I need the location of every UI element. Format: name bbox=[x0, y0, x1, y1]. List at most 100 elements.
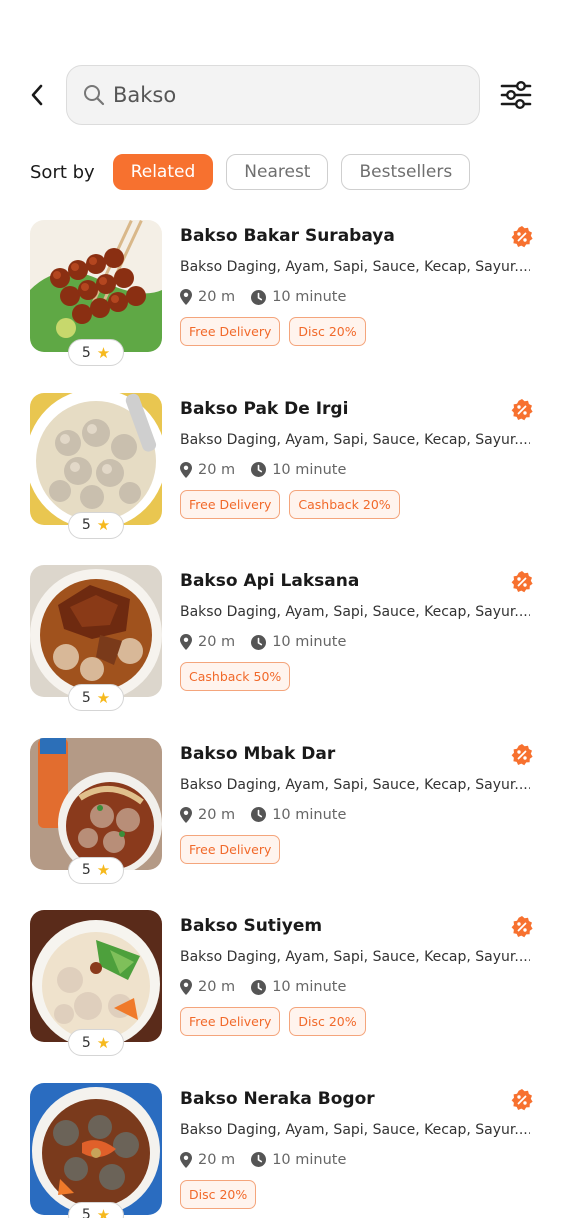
discount-badge-icon bbox=[511, 226, 533, 248]
restaurant-meta: 20 m 10 minute bbox=[180, 460, 540, 480]
rating-value: 5 bbox=[81, 1034, 91, 1051]
time-value: 10 minute bbox=[272, 289, 347, 305]
location-pin-icon bbox=[180, 634, 192, 650]
location-pin-icon bbox=[180, 461, 192, 478]
location-pin-icon bbox=[180, 806, 192, 823]
food-image[interactable] bbox=[30, 737, 162, 870]
promo-tags: Free Delivery Disc 20% bbox=[180, 1007, 540, 1036]
food-image[interactable] bbox=[30, 910, 162, 1042]
food-image[interactable] bbox=[30, 565, 162, 697]
rating-value: 5 bbox=[81, 1207, 91, 1218]
delivery-time: 10 minute bbox=[251, 289, 346, 305]
restaurant-card[interactable]: 5 ★ Bakso Pak De Irgi Bakso Daging, Ayam… bbox=[30, 392, 540, 566]
distance-value: 20 m bbox=[198, 634, 236, 650]
promo-tag: Free Delivery bbox=[180, 1007, 281, 1036]
thumbnail-wrap: 5 ★ bbox=[30, 1082, 162, 1218]
rating-badge: 5 ★ bbox=[68, 339, 124, 366]
promo-tags: Free Delivery Cashback 20% bbox=[180, 489, 540, 519]
clock-icon bbox=[251, 807, 267, 822]
restaurant-name[interactable]: Bakso Pak De Irgi bbox=[180, 395, 540, 423]
star-icon: ★ bbox=[96, 1033, 111, 1052]
restaurant-description: Bakso Daging, Ayam, Sapi, Sauce, Kecap, … bbox=[180, 776, 530, 793]
promo-tag: Disc 20% bbox=[289, 1007, 366, 1036]
sort-chip-related[interactable]: Related bbox=[112, 154, 214, 190]
promo-tag: Free Delivery bbox=[180, 317, 281, 346]
restaurant-description: Bakso Daging, Ayam, Sapi, Sauce, Kecap, … bbox=[180, 1121, 530, 1138]
rating-badge: 5 ★ bbox=[68, 511, 124, 539]
food-image[interactable] bbox=[30, 1082, 162, 1215]
restaurant-card[interactable]: 5 ★ Bakso Neraka Bogor Bakso Daging, Aya… bbox=[30, 1082, 540, 1218]
restaurant-info: Bakso Neraka Bogor Bakso Daging, Ayam, S… bbox=[180, 1085, 540, 1209]
restaurant-name[interactable]: Bakso Neraka Bogor bbox=[180, 1085, 540, 1113]
promo-tag: Disc 20% bbox=[289, 317, 366, 346]
star-icon: ★ bbox=[96, 688, 111, 707]
restaurant-card[interactable]: 5 ★ Bakso Sutiyem Bakso Daging, Ayam, Sa… bbox=[30, 910, 540, 1083]
food-image[interactable] bbox=[30, 392, 162, 525]
restaurant-info: Bakso Api Laksana Bakso Daging, Ayam, Sa… bbox=[180, 567, 540, 691]
clock-icon bbox=[251, 634, 267, 650]
rating-value: 5 bbox=[81, 517, 91, 533]
location-pin-icon bbox=[180, 1151, 192, 1168]
sort-chip-nearest[interactable]: Nearest bbox=[226, 154, 329, 190]
thumbnail-wrap: 5 ★ bbox=[30, 737, 162, 884]
search-input[interactable] bbox=[113, 83, 453, 107]
restaurant-meta: 20 m 10 minute bbox=[180, 287, 540, 307]
discount-badge-icon bbox=[511, 916, 533, 938]
restaurant-card[interactable]: 5 ★ Bakso Bakar Surabaya Bakso Daging, A… bbox=[30, 220, 540, 393]
thumbnail-wrap: 5 ★ bbox=[30, 565, 162, 711]
rating-badge: 5 ★ bbox=[68, 856, 124, 884]
clock-icon bbox=[251, 1152, 267, 1167]
search-bar[interactable] bbox=[66, 65, 480, 125]
distance-value: 20 m bbox=[198, 289, 236, 305]
rating-badge: 5 ★ bbox=[68, 684, 124, 711]
star-icon: ★ bbox=[96, 516, 111, 534]
sort-bar: Sort by Related Nearest Bestsellers bbox=[30, 154, 483, 190]
time-value: 10 minute bbox=[272, 806, 347, 823]
discount-badge-icon bbox=[511, 1088, 533, 1110]
restaurant-name[interactable]: Bakso Bakar Surabaya bbox=[180, 222, 540, 250]
promo-tag: Free Delivery bbox=[180, 834, 281, 864]
restaurant-name[interactable]: Bakso Api Laksana bbox=[180, 567, 540, 595]
distance-value: 20 m bbox=[198, 806, 236, 823]
promo-tags: Free Delivery bbox=[180, 834, 540, 864]
back-button[interactable] bbox=[24, 81, 50, 109]
restaurant-card[interactable]: 5 ★ Bakso Mbak Dar Bakso Daging, Ayam, S… bbox=[30, 737, 540, 911]
star-icon: ★ bbox=[96, 1206, 111, 1218]
restaurant-name[interactable]: Bakso Sutiyem bbox=[180, 912, 540, 940]
restaurant-description: Bakso Daging, Ayam, Sapi, Sauce, Kecap, … bbox=[180, 259, 530, 275]
distance: 20 m bbox=[180, 806, 236, 823]
thumbnail-wrap: 5 ★ bbox=[30, 392, 162, 539]
restaurant-list: 5 ★ Bakso Bakar Surabaya Bakso Daging, A… bbox=[30, 220, 540, 1218]
restaurant-description: Bakso Daging, Ayam, Sapi, Sauce, Kecap, … bbox=[180, 949, 530, 965]
search-icon bbox=[83, 84, 105, 106]
filter-button[interactable] bbox=[498, 79, 534, 111]
restaurant-description: Bakso Daging, Ayam, Sapi, Sauce, Kecap, … bbox=[180, 431, 530, 448]
restaurant-meta: 20 m 10 minute bbox=[180, 805, 540, 825]
delivery-time: 10 minute bbox=[251, 807, 346, 823]
discount-badge-icon bbox=[511, 743, 533, 765]
delivery-time: 10 minute bbox=[251, 462, 346, 478]
sort-chip-bestsellers[interactable]: Bestsellers bbox=[341, 154, 471, 190]
discount-badge-icon bbox=[511, 398, 533, 420]
promo-tag: Cashback 50% bbox=[180, 662, 291, 691]
restaurant-name[interactable]: Bakso Mbak Dar bbox=[180, 740, 540, 768]
food-image[interactable] bbox=[30, 220, 162, 352]
distance: 20 m bbox=[180, 979, 235, 995]
restaurant-info: Bakso Sutiyem Bakso Daging, Ayam, Sapi, … bbox=[180, 912, 540, 1036]
location-pin-icon bbox=[180, 289, 192, 305]
distance: 20 m bbox=[180, 634, 235, 650]
distance-value: 20 m bbox=[198, 979, 236, 995]
thumbnail-wrap: 5 ★ bbox=[30, 910, 162, 1056]
promo-tags: Cashback 50% bbox=[180, 662, 540, 691]
restaurant-card[interactable]: 5 ★ Bakso Api Laksana Bakso Daging, Ayam… bbox=[30, 565, 540, 738]
restaurant-meta: 20 m 10 minute bbox=[180, 1150, 540, 1170]
time-value: 10 minute bbox=[272, 634, 347, 650]
distance: 20 m bbox=[180, 461, 235, 478]
delivery-time: 10 minute bbox=[251, 1152, 346, 1168]
search-header bbox=[0, 65, 564, 125]
rating-value: 5 bbox=[81, 344, 91, 361]
restaurant-meta: 20 m 10 minute bbox=[180, 632, 540, 652]
thumbnail-wrap: 5 ★ bbox=[30, 220, 162, 366]
distance-value: 20 m bbox=[198, 1151, 236, 1168]
rating-badge: 5 ★ bbox=[68, 1029, 124, 1056]
